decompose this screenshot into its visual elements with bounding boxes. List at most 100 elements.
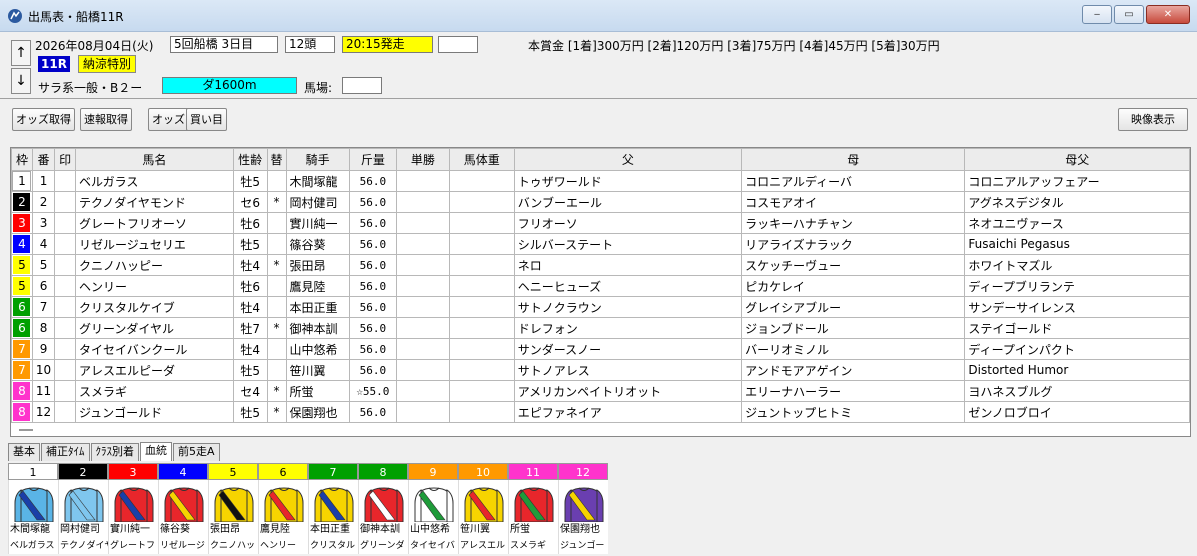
column-header-name[interactable]: 馬名 — [75, 148, 234, 171]
jockey-silk-icon — [458, 480, 508, 522]
grid-resize-handle[interactable] — [19, 429, 33, 431]
flash-fetch-button[interactable]: 速報取得 — [80, 108, 132, 131]
cell-dam: ジュントップヒトミ — [741, 401, 966, 423]
close-button[interactable]: ✕ — [1146, 5, 1190, 24]
waku-badge: 7 — [13, 361, 31, 379]
meeting-field: 5回船橋 3日目 — [170, 36, 278, 53]
silk-card[interactable]: 10 笹川翼 アレスエル — [458, 463, 508, 556]
title-bar: 出馬表・船橋11R ‒ ▭ ✕ — [0, 0, 1197, 32]
jockey-silk-icon — [8, 480, 58, 522]
cell-name: タイセイバンクール — [75, 338, 234, 360]
cell-mark — [54, 212, 76, 234]
silk-jockey-name: 保園翔也 — [558, 522, 608, 538]
blank-field — [438, 36, 478, 53]
column-header-odds[interactable]: 単勝 — [396, 148, 450, 171]
silk-jockey-name: 笹川翼 — [458, 522, 508, 538]
column-header-weight[interactable]: 馬体重 — [448, 148, 515, 171]
table-row[interactable]: 7 9 タイセイバンクール 牡4 山中悠希 56.0 サンダースノー バーリオミノル ディープイ… — [11, 338, 1190, 360]
column-header-jockey[interactable]: 騎手 — [285, 148, 350, 171]
tab-ｸﾗｽ別着[interactable]: ｸﾗｽ別着 — [90, 443, 139, 461]
cell-ban: 9 — [31, 338, 56, 360]
cell-kin: 56.0 — [348, 296, 398, 318]
cell-jockey: 本田正重 — [285, 296, 350, 318]
cell-damsire: ディープインパクト — [964, 338, 1190, 360]
maximize-button[interactable]: ▭ — [1114, 5, 1144, 24]
table-row[interactable]: 8 12 ジュンゴールド 牡5 * 保園翔也 56.0 エピファネイア ジュントップヒトミ ゼンノ… — [11, 401, 1190, 423]
table-row[interactable]: 7 10 アレスエルピーダ 牡5 笹川翼 56.0 サトノアレス アンドモアアゲイン Disto… — [11, 359, 1190, 381]
silk-horse-name: リゼルージ — [158, 538, 208, 554]
column-header-damsire[interactable]: 母父 — [964, 148, 1190, 171]
silk-number: 6 — [258, 463, 308, 480]
cell-sire: ネロ — [513, 254, 743, 276]
next-race-button[interactable]: ↓ — [11, 68, 31, 94]
jockey-silk-icon — [108, 480, 158, 522]
table-row[interactable]: 8 11 スメラギ セ4 * 所蛍 ☆55.0 アメリカンペイトリオット エリーナハーラー ヨハネ… — [11, 380, 1190, 402]
waku-badge: 8 — [13, 382, 31, 400]
tab-基本[interactable]: 基本 — [8, 443, 40, 461]
cell-ban: 8 — [31, 317, 56, 339]
column-header-kae[interactable]: 替 — [266, 148, 287, 171]
cell-name: ジュンゴールド — [75, 401, 234, 423]
silk-jockey-name: 所蛍 — [508, 522, 558, 538]
cell-sire: サトノアレス — [513, 359, 743, 381]
table-row[interactable]: 6 7 クリスタルケイブ 牡4 本田正重 56.0 サトノクラウン グレイシアブルー サンデーサ… — [11, 296, 1190, 318]
cell-weight — [448, 401, 515, 423]
silk-card[interactable]: 11 所蛍 スメラギ — [508, 463, 558, 556]
column-header-dam[interactable]: 母 — [741, 148, 966, 171]
tab-血統[interactable]: 血統 — [140, 442, 172, 461]
column-header-sexage[interactable]: 性齢 — [232, 148, 268, 171]
silk-card[interactable]: 12 保園翔也 ジュンゴー — [558, 463, 608, 556]
minimize-button[interactable]: ‒ — [1082, 5, 1112, 24]
silk-card[interactable]: 4 篠谷葵 リゼルージ — [158, 463, 208, 556]
silk-card[interactable]: 3 實川純一 グレートフ — [108, 463, 158, 556]
silk-card[interactable]: 9 山中悠希 タイセイバ — [408, 463, 458, 556]
cell-name: グレートフリオーソ — [75, 212, 234, 234]
cell-kin: 56.0 — [348, 170, 398, 192]
cell-waku: 1 — [11, 170, 33, 192]
tab-前5走A[interactable]: 前5走A — [173, 443, 220, 461]
prev-race-button[interactable]: ↑ — [11, 40, 31, 66]
cell-odds — [396, 359, 450, 381]
video-button[interactable]: 映像表示 — [1118, 108, 1188, 131]
cell-weight — [448, 191, 515, 213]
silk-card[interactable]: 7 本田正重 クリスタル — [308, 463, 358, 556]
odds-fetch-button[interactable]: オッズ取得 — [12, 108, 75, 131]
cell-kin: 56.0 — [348, 317, 398, 339]
table-row[interactable]: 5 5 クニノハッピー 牡4 * 張田昂 56.0 ネロ スケッチーヴュー ホワイトマズル — [11, 254, 1190, 276]
column-header-mark[interactable]: 印 — [54, 148, 76, 171]
table-row[interactable]: 5 6 ヘンリー 牡6 鷹見陸 56.0 ヘニーヒューズ ピカケレイ ディープブリランテ — [11, 275, 1190, 297]
window-title: 出馬表・船橋11R — [28, 10, 124, 24]
silk-card[interactable]: 6 鷹見陸 ヘンリー — [258, 463, 308, 556]
jockey-silk-icon — [508, 480, 558, 522]
cell-kin: 56.0 — [348, 359, 398, 381]
silk-card[interactable]: 2 岡村健司 テクノダイヤ — [58, 463, 108, 556]
cell-mark — [54, 254, 76, 276]
cell-jockey: 山中悠希 — [285, 338, 350, 360]
start-time-field: 20:15発走 — [342, 36, 433, 53]
silk-card[interactable]: 1 木間塚龍 ベルガラス — [8, 463, 58, 556]
silk-horse-name: ベルガラス — [8, 538, 58, 554]
column-header-kin[interactable]: 斤量 — [348, 148, 398, 171]
table-row[interactable]: 1 1 ベルガラス 牡5 木間塚龍 56.0 トゥザワールド コロニアルディーバ コロニアルアッ… — [11, 170, 1190, 192]
tab-補正ﾀｲﾑ[interactable]: 補正ﾀｲﾑ — [41, 443, 90, 461]
column-header-ban[interactable]: 番 — [31, 148, 56, 171]
cell-sexage: セ6 — [232, 191, 268, 213]
cell-name: ベルガラス — [75, 170, 234, 192]
waku-badge: 4 — [13, 235, 31, 253]
table-row[interactable]: 2 2 テクノダイヤモンド セ6 * 岡村健司 56.0 バンブーエール コスモアオイ アグネスデ… — [11, 191, 1190, 213]
cell-sexage: 牡5 — [232, 401, 268, 423]
silk-jockey-name: 木間塚龍 — [8, 522, 58, 538]
bets-button[interactable]: 買い目 — [186, 108, 227, 131]
column-header-waku[interactable]: 枠 — [11, 148, 33, 171]
column-header-sire[interactable]: 父 — [513, 148, 743, 171]
silk-card[interactable]: 5 張田昂 クニノハッ — [208, 463, 258, 556]
cell-dam: ジョンブドール — [741, 317, 966, 339]
table-row[interactable]: 4 4 リゼルージュセリエ 牡5 篠谷葵 56.0 シルバーステート リアライズナラック Fus… — [11, 233, 1190, 255]
silk-card[interactable]: 8 御神本訓 グリーンダ — [358, 463, 408, 556]
table-row[interactable]: 6 8 グリーンダイヤル 牡7 * 御神本訓 56.0 ドレフォン ジョンブドール ステイゴールド — [11, 317, 1190, 339]
table-row[interactable]: 3 3 グレートフリオーソ 牡6 實川純一 56.0 フリオーソ ラッキーハナチャン ネオユニヴ… — [11, 212, 1190, 234]
cell-sire: バンブーエール — [513, 191, 743, 213]
cell-sexage: 牡5 — [232, 233, 268, 255]
cell-kae — [266, 275, 287, 297]
odds-button[interactable]: オッズ — [148, 108, 189, 131]
